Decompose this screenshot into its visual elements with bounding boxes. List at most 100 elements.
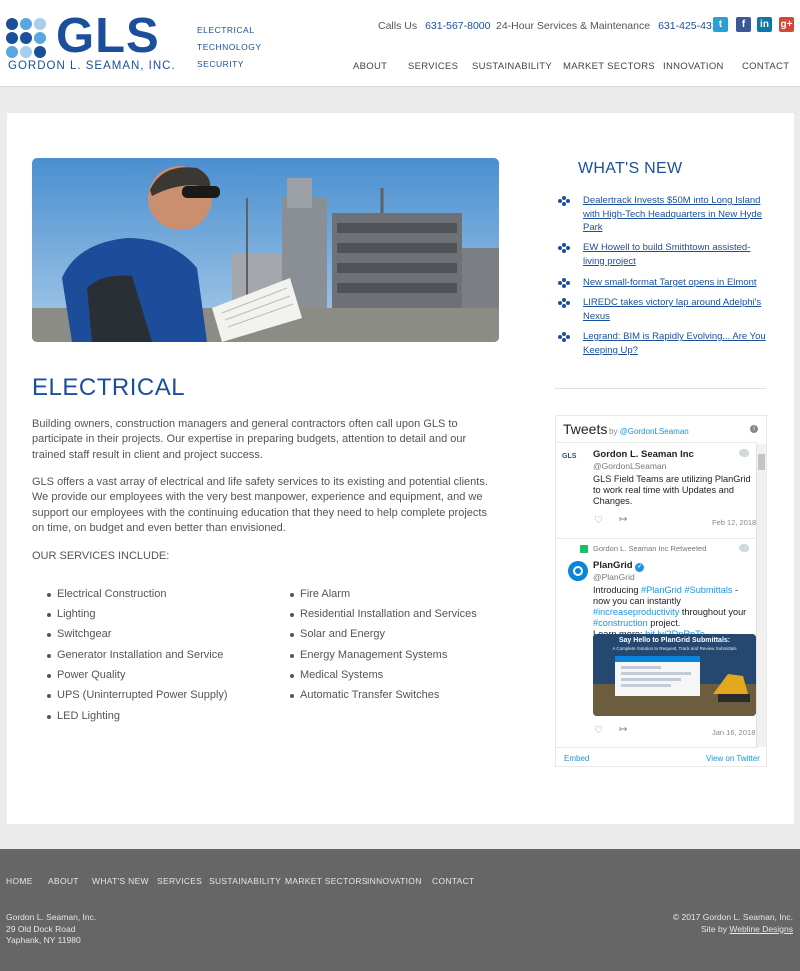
view-on-twitter-link[interactable]: View on Twitter [706, 754, 760, 763]
twitter-timeline-widget[interactable]: Tweets by @GordonLSeaman i GLS Gordon L.… [555, 415, 767, 767]
news-item: New small-format Target opens in Elmont [558, 276, 768, 290]
sidebar-divider [555, 388, 766, 389]
logo-letters: GLS [56, 9, 160, 63]
news-bullet-icon [558, 196, 571, 207]
service-item: Medical Systems [289, 669, 384, 681]
news-link[interactable]: EW Howell to build Smithtown assisted-li… [583, 241, 768, 268]
footer-nav-home[interactable]: HOME [6, 876, 33, 886]
facebook-icon[interactable]: f [736, 17, 751, 32]
news-bullet-icon [558, 298, 571, 309]
tweets-separator [556, 538, 758, 539]
news-link[interactable]: Legrand: BIM is Rapidly Evolving... Are … [583, 330, 768, 357]
tweet-text: GLS Field Teams are utilizing PlanGrid t… [593, 474, 751, 506]
news-bullet-icon [558, 278, 571, 289]
service-item: Switchgear [46, 628, 112, 640]
tweets-title: Tweets [563, 421, 608, 437]
calls-label: Calls Us [378, 20, 418, 32]
plangrid-avatar[interactable] [568, 561, 588, 581]
footer-nav-market-sectors[interactable]: MARKET SECTORS [285, 876, 368, 886]
nav-about[interactable]: ABOUT [353, 61, 387, 72]
tagline-technology: TECHNOLOGY [197, 42, 262, 52]
tweets-separator [556, 442, 758, 443]
site-footer: HOME ABOUT WHAT'S NEW SERVICES SUSTAINAB… [0, 849, 800, 971]
whats-new-title: WHAT'S NEW [578, 160, 683, 177]
calls-phone-link[interactable]: 631-567-8000 [425, 20, 490, 32]
news-bullet-icon [558, 243, 571, 254]
verified-icon: ✓ [635, 563, 645, 572]
intro-paragraph-1: Building owners, construction managers a… [32, 418, 467, 461]
footer-nav-innovation[interactable]: INNOVATION [367, 876, 422, 886]
tweets-handle-link[interactable]: @GordonLSeaman [620, 427, 689, 436]
tweet-date[interactable]: Jan 16, 2018 [712, 728, 755, 737]
nav-services[interactable]: SERVICES [408, 61, 458, 72]
share-icon[interactable]: ↦ [619, 514, 627, 525]
nav-market-sectors[interactable]: MARKET SECTORS [563, 61, 655, 72]
service-item: Residential Installation and Services [290, 608, 477, 620]
webline-designs-link[interactable]: Webline Designs [729, 924, 793, 934]
linkedin-icon[interactable]: in [757, 17, 772, 32]
twitter-bird-icon[interactable] [739, 544, 749, 552]
news-item: Dealertrack Invests $50M into Long Islan… [558, 194, 768, 234]
tweet-text: Introducing #PlanGrid #Submittals - now … [593, 585, 747, 639]
twitter-bird-icon[interactable] [739, 449, 749, 457]
footer-copyright: © 2017 Gordon L. Seaman, Inc. Site by We… [673, 912, 793, 935]
nav-sustainability[interactable]: SUSTAINABILITY [472, 61, 552, 72]
gls-logo[interactable]: GLS GORDON L. SEAMAN, INC. [6, 9, 186, 75]
footer-nav-whats-new[interactable]: WHAT'S NEW [92, 876, 149, 886]
news-bullet-icon [558, 332, 571, 343]
tweet-handle[interactable]: @GordonLSeaman [593, 461, 666, 471]
gls-avatar: GLS [562, 453, 577, 460]
card-title: Say Hello to PlanGrid Submittals: [618, 637, 731, 644]
news-item: LIREDC takes victory lap around Adelphi'… [558, 296, 768, 324]
tweet-author[interactable]: PlanGrid ✓ [593, 560, 645, 572]
service-item: Automatic Transfer Switches [289, 689, 440, 701]
services-heading: OUR SERVICES INCLUDE: [32, 550, 170, 562]
footer-street: 29 Old Dock Road [6, 923, 76, 934]
footer-nav-sustainability[interactable]: SUSTAINABILITY [209, 876, 281, 886]
retweeted-label: Gordon L. Seaman Inc Retweeted [593, 544, 707, 553]
scrollbar-thumb[interactable] [758, 454, 765, 470]
card-subtitle: A Complete Solution to Request, Track an… [612, 646, 737, 651]
tweet-media-card[interactable]: Say Hello to PlanGrid Submittals: A Comp… [593, 634, 756, 716]
intro-paragraph-2: GLS offers a vast array of electrical an… [32, 476, 488, 534]
share-icon[interactable]: ↦ [619, 724, 627, 735]
footer-nav-contact[interactable]: CONTACT [432, 876, 475, 886]
service-item: Generator Installation and Service [46, 649, 224, 661]
tweet-author[interactable]: Gordon L. Seaman Inc [593, 449, 694, 460]
logo-company-name: GORDON L. SEAMAN, INC. [8, 60, 176, 72]
nav-contact[interactable]: CONTACT [742, 61, 789, 72]
footer-nav-about[interactable]: ABOUT [48, 876, 79, 886]
service-item: Energy Management Systems [289, 649, 448, 661]
googleplus-icon[interactable]: g+ [779, 17, 794, 32]
service-item: Lighting [47, 608, 96, 620]
news-item: EW Howell to build Smithtown assisted-li… [558, 241, 768, 269]
service-contact: 24-Hour Services & Maintenance 631-425-43… [496, 20, 723, 32]
info-icon[interactable]: i [750, 425, 758, 433]
service-item: Fire Alarm [289, 588, 351, 600]
calls-contact: Calls Us 631-567-8000 [378, 20, 490, 32]
news-link[interactable]: New small-format Target opens in Elmont [583, 276, 768, 290]
tweets-by: by @GordonLSeaman [609, 427, 689, 436]
site-credit: Site by Webline Designs [700, 923, 793, 934]
service-item: LED Lighting [47, 710, 120, 722]
main-content: ELECTRICAL Building owners, construction… [7, 113, 794, 824]
footer-nav-services[interactable]: SERVICES [157, 876, 202, 886]
tweet-handle[interactable]: @PlanGrid [593, 572, 635, 582]
service-item: Power Quality [46, 669, 126, 681]
page-title: ELECTRICAL [32, 374, 186, 401]
tagline: ELECTRICAL TECHNOLOGY SECURITY [197, 22, 262, 73]
embed-link[interactable]: Embed [564, 754, 589, 763]
twitter-icon[interactable]: t [713, 17, 728, 32]
news-item: Legrand: BIM is Rapidly Evolving... Are … [558, 330, 768, 358]
tweet-date[interactable]: Feb 12, 2018 [712, 518, 756, 527]
tweets-scrollbar[interactable] [756, 444, 766, 747]
footer-company: Gordon L. Seaman, Inc. [6, 912, 97, 922]
logo-dots [6, 18, 52, 58]
heart-icon[interactable]: ♡ [594, 515, 603, 526]
news-link[interactable]: Dealertrack Invests $50M into Long Islan… [583, 194, 768, 235]
heart-icon[interactable]: ♡ [594, 725, 603, 736]
nav-innovation[interactable]: INNOVATION [663, 61, 724, 72]
service-item: Solar and Energy [290, 628, 385, 640]
tweets-separator [556, 747, 758, 748]
news-link[interactable]: LIREDC takes victory lap around Adelphi'… [583, 296, 768, 323]
